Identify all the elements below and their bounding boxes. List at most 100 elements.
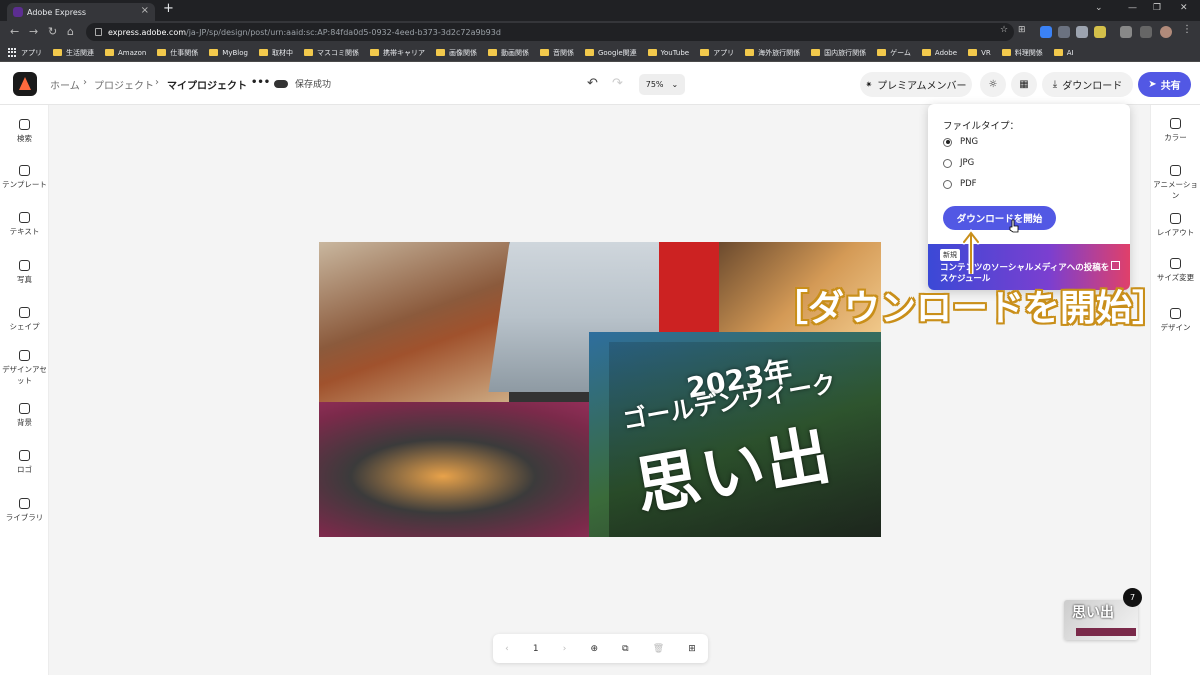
extension-icon[interactable] [1076, 26, 1088, 38]
bookmark-label: 携帯キャリア [382, 48, 425, 57]
bookmark-item[interactable]: 仕事関係 [157, 48, 198, 58]
install-icon[interactable]: ⊞ [1018, 25, 1030, 37]
left-rail-item[interactable]: 背景 [0, 403, 49, 428]
extension-icon[interactable] [1058, 26, 1070, 38]
bookmark-item[interactable]: MyBlog [209, 49, 248, 57]
filetype-option-png[interactable]: PNG [943, 137, 978, 147]
grid-view-icon[interactable]: ⊞ [688, 644, 696, 654]
profile-avatar[interactable] [1160, 26, 1172, 38]
start-download-button[interactable]: ダウンロードを開始 [943, 206, 1056, 230]
page-navigator: ‹ 1 › ⊕ ⧉ 🗑 ⊞ [493, 634, 708, 663]
left-rail-item[interactable]: シェイプ [0, 307, 49, 332]
filetype-option-pdf[interactable]: PDF [943, 179, 977, 189]
folder-icon [647, 49, 657, 56]
left-rail-item[interactable]: 写真 [0, 260, 49, 285]
bookmark-item[interactable]: 料理関係 [1001, 48, 1043, 58]
cloud-icon [274, 80, 288, 88]
radio-icon[interactable] [943, 179, 952, 189]
left-rail-item[interactable]: 検索 [0, 119, 49, 144]
bookmark-item[interactable]: 取材中 [258, 48, 293, 58]
bookmark-item[interactable]: 音関係 [539, 48, 574, 58]
left-rail-item[interactable]: ライブラリ [0, 498, 49, 523]
duplicate-page-icon[interactable]: ⧉ [622, 644, 628, 654]
left-rail-item[interactable]: テキスト [0, 212, 49, 237]
filetype-option-jpg[interactable]: JPG [943, 158, 974, 168]
file-type-label: ファイルタイプ： [943, 121, 1020, 132]
home-icon[interactable]: ⌂ [67, 25, 74, 38]
folder-icon [1053, 49, 1063, 56]
delete-page-icon[interactable]: 🗑 [653, 644, 664, 654]
folder-icon [745, 49, 755, 56]
right-rail-item[interactable]: レイアウト [1151, 213, 1200, 238]
menu-kebab-icon[interactable]: ⋮ [1182, 24, 1194, 36]
bookmark-item[interactable]: 国内旅行関係 [811, 48, 866, 58]
prev-page-icon[interactable]: ‹ [505, 644, 509, 654]
bookmark-item[interactable]: 海外旅行関係 [745, 48, 800, 58]
left-rail-item[interactable]: デザインアセット [0, 350, 49, 386]
lightbulb-button[interactable]: ☼ [980, 72, 1006, 97]
download-button[interactable]: ⤓ ダウンロード [1042, 72, 1133, 97]
minimize-icon[interactable]: — [1128, 3, 1137, 13]
radio-selected-icon[interactable] [943, 137, 952, 147]
bookmark-item[interactable]: 携帯キャリア [369, 48, 425, 58]
back-icon[interactable]: ← [10, 25, 19, 38]
schedule-button[interactable]: ▦ [1011, 72, 1037, 97]
address-bar[interactable]: express.adobe.com/ja-JP/sp/design/post/u… [86, 23, 1014, 41]
radio-icon[interactable] [943, 158, 952, 168]
bookmark-label: マスコミ関係 [316, 48, 359, 57]
resize-icon [1170, 258, 1181, 269]
bookmark-item[interactable]: VR [968, 49, 991, 57]
sidepanel-icon[interactable] [1140, 26, 1152, 38]
bookmark-item[interactable]: アプリ [8, 48, 42, 58]
left-rail-item[interactable]: ロゴ [0, 450, 49, 475]
add-page-icon[interactable]: ⊕ [590, 644, 598, 654]
undo-icon[interactable]: ↶ [587, 76, 598, 91]
share-button[interactable]: ➤ 共有 [1138, 72, 1191, 97]
bookmark-label: YouTube [660, 48, 690, 57]
hotel-room-photo[interactable] [319, 242, 509, 412]
url-host: express.adobe.com [108, 27, 187, 37]
more-options-icon[interactable]: ••• [251, 77, 270, 88]
browser-tab[interactable]: Adobe Express × [7, 3, 155, 21]
redo-icon[interactable]: ↷ [612, 76, 623, 91]
bookmark-item[interactable]: マスコミ関係 [303, 48, 359, 58]
puzzle-icon[interactable] [1120, 26, 1132, 38]
right-rail-item[interactable]: アニメーション [1151, 165, 1200, 201]
bookmark-label: アプリ [21, 48, 42, 57]
bookmark-item[interactable]: Amazon [105, 49, 146, 57]
bookmark-item[interactable]: YouTube [647, 48, 690, 57]
breadcrumb-home[interactable]: ホーム [50, 77, 80, 92]
bookmark-label: 国内旅行関係 [824, 48, 867, 57]
external-link-icon[interactable] [1111, 261, 1120, 270]
tab-search-icon[interactable]: ⌄ [1095, 3, 1103, 13]
premium-member-button[interactable]: ✷ プレミアムメンバー [860, 72, 972, 97]
bookmark-item[interactable]: AI [1053, 49, 1074, 57]
right-rail-item-label: アニメーション [1153, 180, 1198, 200]
new-tab-icon[interactable]: + [163, 1, 174, 16]
sushi-photo[interactable] [319, 402, 629, 537]
window-close-icon[interactable]: ✕ [1180, 3, 1188, 13]
page-thumbnail[interactable]: 思い出 [1064, 600, 1138, 640]
bookmark-item[interactable]: アプリ [700, 48, 734, 58]
bookmark-item[interactable]: 画像関係 [435, 48, 477, 58]
breadcrumb-projects[interactable]: プロジェクト [94, 77, 154, 92]
bookmark-star-icon[interactable]: ☆ [1000, 25, 1012, 37]
right-rail-item[interactable]: カラー [1151, 118, 1200, 143]
extension-icon[interactable] [1094, 26, 1106, 38]
bookmark-item[interactable]: Google関連 [584, 48, 637, 58]
bookmark-item[interactable]: 動画関係 [487, 48, 529, 58]
bookmark-item[interactable]: 生活関連 [53, 48, 94, 58]
zoom-select[interactable]: 75% ⌄ [639, 74, 685, 95]
bookmark-label: MyBlog [222, 48, 248, 57]
page-number: 1 [532, 643, 539, 654]
bookmark-item[interactable]: ゲーム [877, 48, 911, 58]
tab-close-icon[interactable]: × [141, 5, 149, 16]
next-page-icon[interactable]: › [563, 644, 567, 654]
adobe-express-logo[interactable] [13, 72, 37, 96]
reload-icon[interactable]: ↻ [48, 25, 57, 38]
maximize-icon[interactable]: ❐ [1153, 3, 1161, 13]
extension-icon[interactable] [1040, 26, 1052, 38]
bookmark-item[interactable]: Adobe [921, 49, 957, 57]
left-rail-item[interactable]: テンプレート [0, 165, 49, 190]
forward-icon[interactable]: → [29, 25, 38, 38]
